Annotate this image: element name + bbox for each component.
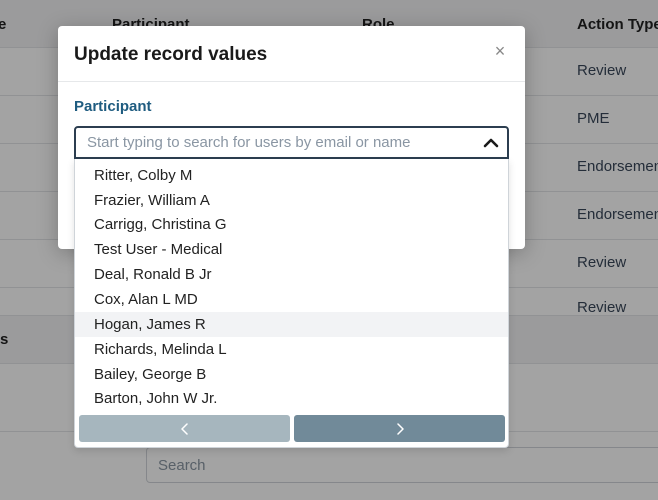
next-page-button[interactable] bbox=[294, 415, 505, 442]
chevron-left-icon bbox=[180, 422, 188, 435]
participant-option[interactable]: Barton, John W Jr. bbox=[75, 386, 508, 411]
participant-option[interactable]: Cox, Alan L MD bbox=[75, 287, 508, 312]
participant-label: Participant bbox=[74, 98, 152, 115]
participant-option[interactable]: Test User - Medical bbox=[75, 237, 508, 262]
participant-option[interactable]: Deal, Ronald B Jr bbox=[75, 262, 508, 287]
participant-option[interactable]: Ritter, Colby M bbox=[75, 163, 508, 188]
modal-header: Update record values × bbox=[58, 26, 525, 82]
participant-option[interactable]: Hogan, James R bbox=[75, 312, 508, 337]
close-icon[interactable]: × bbox=[489, 40, 511, 62]
participant-option[interactable]: Frazier, William A bbox=[75, 188, 508, 213]
participant-option[interactable]: Carrigg, Christina G bbox=[75, 212, 508, 237]
chevron-right-icon bbox=[396, 422, 404, 435]
participant-search-placeholder: Start typing to search for users by emai… bbox=[87, 134, 411, 151]
participant-select[interactable]: Start typing to search for users by emai… bbox=[74, 126, 509, 159]
modal-title: Update record values bbox=[74, 44, 268, 65]
previous-page-button[interactable] bbox=[79, 415, 290, 442]
participant-option[interactable]: Bailey, George B bbox=[75, 362, 508, 387]
participant-dropdown: Ritter, Colby M Frazier, William A Carri… bbox=[74, 159, 509, 448]
participant-option[interactable]: Richards, Melinda L bbox=[75, 337, 508, 362]
chevron-up-icon[interactable] bbox=[482, 134, 500, 152]
